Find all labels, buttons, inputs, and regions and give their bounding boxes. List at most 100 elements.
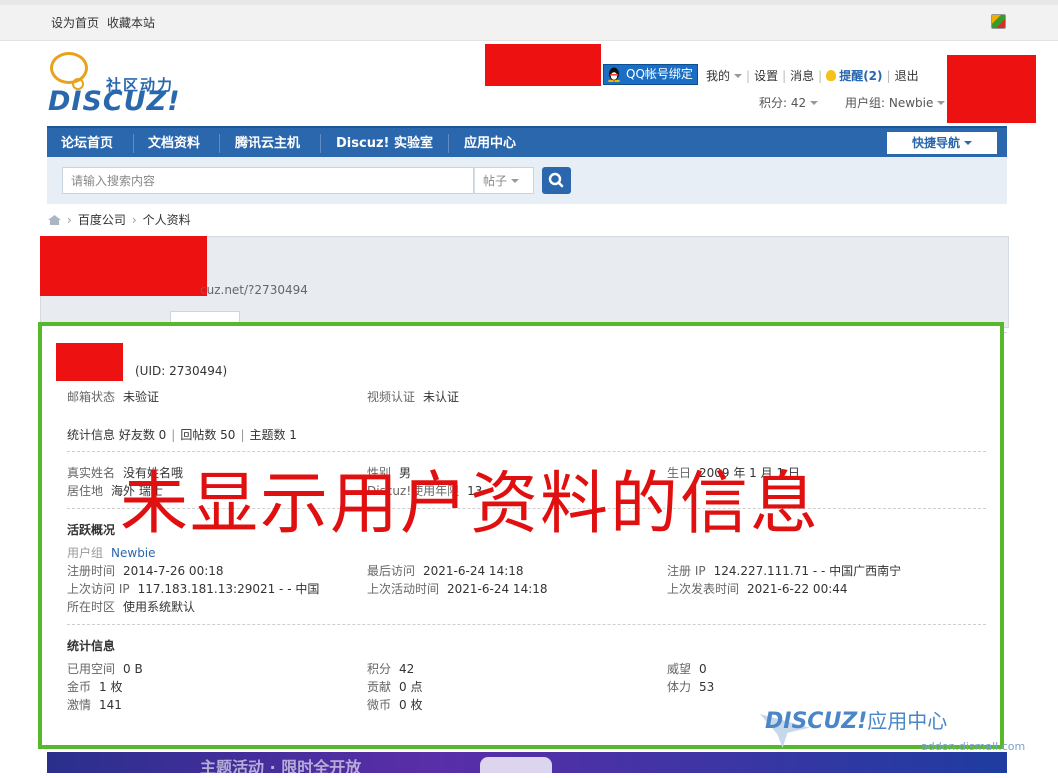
chevron-down-icon bbox=[964, 141, 972, 145]
quick-nav-button[interactable]: 快捷导航 bbox=[887, 132, 997, 154]
profile-url: cuz.net/?2730494 bbox=[200, 283, 308, 297]
nav-divider bbox=[448, 134, 449, 153]
activity-usergroup-label: 用户组 bbox=[67, 546, 104, 560]
threads-count[interactable]: 主题数 1 bbox=[249, 428, 296, 442]
last-ip-row: 上次访问 IP 117.183.181.13:29021 - - 中国 bbox=[67, 580, 319, 597]
timezone-row: 所在时区 使用系统默认 bbox=[67, 598, 195, 615]
last-post-label: 上次发表时间 bbox=[667, 582, 740, 596]
space-label: 已用空间 bbox=[67, 662, 116, 676]
bookmark-link[interactable]: 收藏本站 bbox=[107, 14, 155, 31]
chevron-down-icon bbox=[810, 101, 819, 105]
banner-button[interactable] bbox=[480, 757, 552, 773]
search-button[interactable] bbox=[542, 167, 571, 194]
usergroup-menu[interactable]: 用户组: Newbie bbox=[845, 94, 946, 111]
set-home-link[interactable]: 设为首页 bbox=[51, 14, 99, 31]
email-status-label: 邮箱状态 bbox=[67, 390, 116, 404]
watermark-cn: 应用中心 bbox=[867, 709, 948, 733]
annotation-overlay-text: 未显示用户资料的信息 bbox=[120, 465, 821, 544]
nav-forum-home[interactable]: 论坛首页 bbox=[61, 128, 113, 159]
last-visit-value: 2021-6-24 14:18 bbox=[423, 564, 524, 578]
quick-nav-label: 快捷导航 bbox=[911, 136, 960, 150]
video-auth-row: 视频认证 未认证 bbox=[367, 388, 459, 405]
reg-ip-label: 注册 IP bbox=[667, 564, 706, 578]
redacted-user-name bbox=[56, 343, 123, 381]
search-type-label: 帖子 bbox=[483, 174, 508, 188]
activity-usergroup-link[interactable]: Newbie bbox=[111, 546, 156, 560]
timezone-value: 使用系统默认 bbox=[123, 600, 196, 614]
prestige-row: 威望 0 bbox=[667, 660, 707, 677]
breadcrumb-current: 个人资料 bbox=[142, 213, 191, 227]
reg-ip-value: 124.227.111.71 - - 中国广西南宁 bbox=[713, 564, 902, 578]
logout-link[interactable]: 退出 bbox=[895, 69, 919, 83]
banner-text: 主题活动 · 限时全开放 bbox=[200, 758, 362, 777]
contrib-row: 贡献 0 点 bbox=[367, 678, 422, 695]
last-post-row: 上次发表时间 2021-6-22 00:44 bbox=[667, 580, 848, 597]
weibi-row: 微币 0 枚 bbox=[367, 696, 422, 713]
redacted-profile-name bbox=[40, 236, 207, 296]
points-stat-label: 积分 bbox=[367, 662, 392, 676]
replies-count[interactable]: 回帖数 50 bbox=[180, 428, 235, 442]
prestige-value: 0 bbox=[699, 662, 707, 676]
search-type-select[interactable]: 帖子 bbox=[474, 167, 534, 194]
my-label: 我的 bbox=[706, 69, 731, 83]
user-links: 我的 | 设置 | 消息 | 提醒(2) | 退出 bbox=[706, 69, 919, 83]
stats-label: 统计信息 bbox=[67, 428, 116, 442]
my-menu[interactable]: 我的 bbox=[706, 69, 743, 83]
passion-label: 激情 bbox=[67, 698, 92, 712]
top-bar bbox=[0, 5, 1058, 41]
last-visit-label: 最后访问 bbox=[367, 564, 416, 578]
messages-link[interactable]: 消息 bbox=[790, 69, 814, 83]
passion-value: 141 bbox=[99, 698, 122, 712]
chevron-down-icon bbox=[734, 74, 743, 78]
nav-divider bbox=[133, 134, 134, 153]
qq-penguin-icon bbox=[608, 67, 620, 82]
email-status-value: 未验证 bbox=[123, 390, 160, 404]
search-input[interactable]: 请输入搜索内容 bbox=[62, 167, 474, 194]
last-active-label: 上次活动时间 bbox=[367, 582, 440, 596]
redacted-username bbox=[485, 44, 601, 86]
app-icon[interactable] bbox=[991, 14, 1006, 29]
video-auth-label: 视频认证 bbox=[367, 390, 416, 404]
main-nav: 论坛首页 文档资料 腾讯云主机 Discuz! 实验室 应用中心 快捷导航 bbox=[47, 126, 1007, 159]
nav-tencent-cloud[interactable]: 腾讯云主机 bbox=[235, 128, 300, 159]
stamina-label: 体力 bbox=[667, 680, 692, 694]
watermark-en: DISCUZ! bbox=[765, 709, 868, 734]
watermark: DISCUZ!应用中心 bbox=[765, 705, 947, 734]
weibi-value: 0 枚 bbox=[399, 698, 423, 712]
stats-row: 统计信息 好友数 0 | 回帖数 50 | 主题数 1 bbox=[67, 428, 297, 442]
stamina-value: 53 bbox=[699, 680, 715, 694]
timezone-label: 所在时区 bbox=[67, 600, 116, 614]
prestige-label: 威望 bbox=[667, 662, 692, 676]
statistics-title: 统计信息 bbox=[67, 639, 116, 653]
reg-time-value: 2014-7-26 00:18 bbox=[123, 564, 224, 578]
points-stat-value: 42 bbox=[399, 662, 415, 676]
redacted-avatar bbox=[947, 55, 1036, 123]
contrib-label: 贡献 bbox=[367, 680, 392, 694]
last-ip-label: 上次访问 IP bbox=[67, 582, 130, 596]
remind-label: 提醒(2) bbox=[839, 69, 883, 83]
space-row: 已用空间 0 B bbox=[67, 660, 143, 677]
chevron-down-icon bbox=[511, 179, 520, 183]
nav-lab[interactable]: Discuz! 实验室 bbox=[336, 128, 433, 159]
home-icon[interactable] bbox=[48, 215, 61, 225]
activity-title: 活跃概况 bbox=[67, 523, 116, 537]
money-label: 金币 bbox=[67, 680, 92, 694]
last-visit-row: 最后访问 2021-6-24 14:18 bbox=[367, 562, 524, 579]
money-row: 金币 1 枚 bbox=[67, 678, 122, 695]
email-status-row: 邮箱状态 未验证 bbox=[67, 388, 159, 405]
nav-docs[interactable]: 文档资料 bbox=[148, 128, 200, 159]
settings-link[interactable]: 设置 bbox=[754, 69, 778, 83]
remind-link[interactable]: 提醒(2) bbox=[826, 69, 883, 83]
weibi-label: 微币 bbox=[367, 698, 392, 712]
nav-divider bbox=[219, 134, 220, 153]
friends-count[interactable]: 好友数 0 bbox=[119, 428, 166, 442]
residence-label: 居住地 bbox=[67, 484, 104, 498]
breadcrumb-forum[interactable]: 百度公司 bbox=[78, 213, 126, 227]
realname-label: 真实姓名 bbox=[67, 466, 116, 480]
last-active-value: 2021-6-24 14:18 bbox=[447, 582, 548, 596]
nav-app-center[interactable]: 应用中心 bbox=[464, 128, 516, 159]
nav-divider bbox=[320, 134, 321, 153]
points-menu[interactable]: 积分: 42 bbox=[759, 94, 819, 111]
last-ip-value: 117.183.181.13:29021 - - 中国 bbox=[137, 582, 320, 596]
user-uid: (UID: 2730494) bbox=[135, 364, 228, 378]
